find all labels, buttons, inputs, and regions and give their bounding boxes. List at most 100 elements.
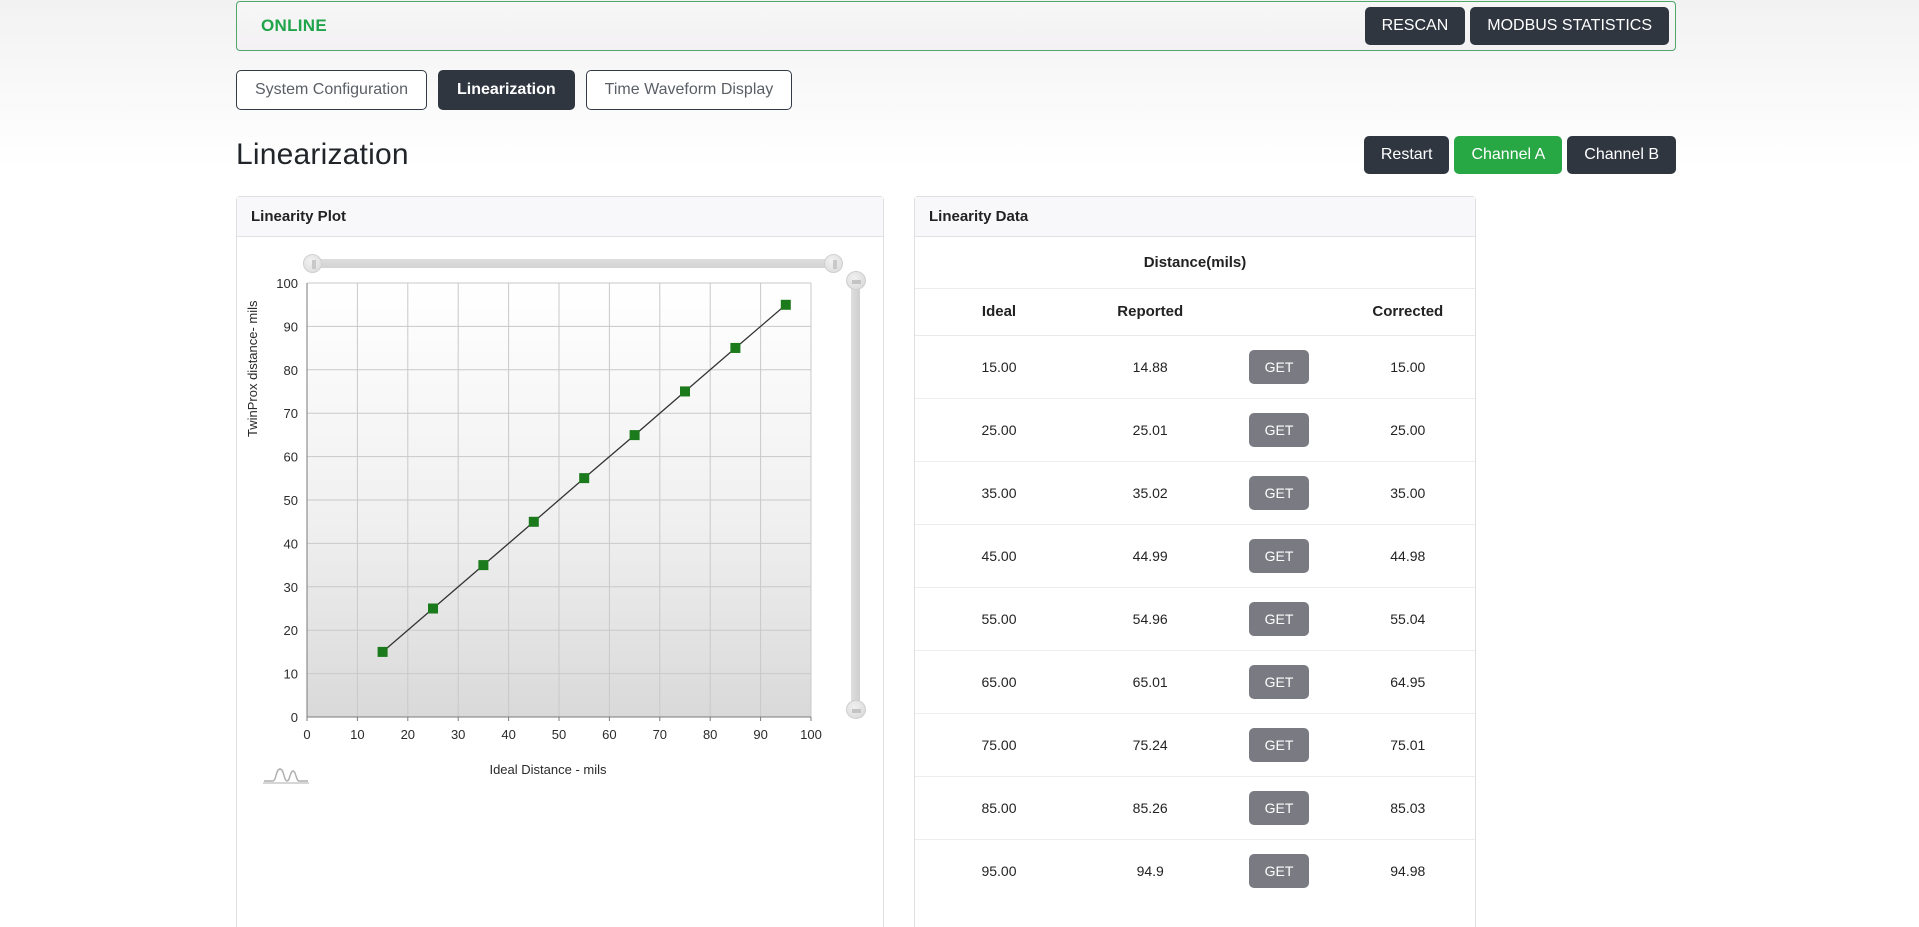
linearity-plot-body: TwinProx distance- mils 0 10 20 30 40 50 60 70 8…: [237, 237, 883, 787]
tab-time-waveform-display[interactable]: Time Waveform Display: [585, 70, 793, 110]
vslider-track[interactable]: [851, 281, 860, 709]
linearity-table: Ideal Reported Corrected 15.00 14.88 GET 15…: [915, 289, 1475, 902]
svg-text:80: 80: [284, 363, 298, 378]
svg-text:50: 50: [552, 727, 566, 742]
hslider-track[interactable]: [313, 259, 833, 268]
vslider-handle-bottom[interactable]: [846, 700, 866, 719]
svg-text:30: 30: [451, 727, 465, 742]
svg-text:100: 100: [800, 727, 822, 742]
cell-corrected: 25.00: [1340, 398, 1475, 462]
linearity-data-panel: Linearity Data Distance(mils) Ideal Repo…: [914, 196, 1476, 927]
cell-get: GET: [1217, 587, 1341, 651]
cell-get: GET: [1217, 840, 1340, 903]
cell-reported: 75.24: [1083, 713, 1218, 777]
svg-text:40: 40: [284, 536, 298, 551]
table-bottom-spacer: [915, 902, 1475, 927]
vertical-range-slider[interactable]: [846, 271, 866, 719]
status-bar: ONLINE RESCAN MODBUS STATISTICS: [236, 1, 1676, 51]
get-button[interactable]: GET: [1248, 665, 1310, 699]
cell-corrected: 64.95: [1340, 650, 1475, 714]
get-button[interactable]: GET: [1248, 854, 1310, 888]
chart-x-axis-label: Ideal Distance - mils: [489, 762, 607, 777]
app-page: ONLINE RESCAN MODBUS STATISTICS System C…: [0, 0, 1919, 927]
svg-text:40: 40: [501, 727, 515, 742]
linearity-data-title: Linearity Data: [915, 197, 1475, 237]
column-header-get: [1217, 289, 1341, 336]
linearity-plot-panel: Linearity Plot TwinProx distance- mils 0…: [236, 196, 884, 927]
cell-get: GET: [1217, 335, 1341, 399]
waveform-icon[interactable]: [263, 765, 309, 785]
get-button[interactable]: GET: [1248, 539, 1310, 573]
svg-text:20: 20: [284, 623, 298, 638]
cell-corrected: 35.00: [1340, 461, 1475, 525]
table-row: 35.00 35.02 GET 35.00: [915, 461, 1475, 525]
linearity-table-body: 15.00 14.88 GET 15.00 25.00 25.01 GET 25.00 35.0…: [915, 335, 1475, 903]
table-row: 85.00 85.26 GET 85.03: [915, 776, 1475, 840]
svg-text:20: 20: [401, 727, 415, 742]
svg-text:10: 10: [284, 667, 298, 682]
cell-reported: 85.26: [1083, 776, 1218, 840]
tab-system-configuration[interactable]: System Configuration: [236, 70, 427, 110]
get-button[interactable]: GET: [1248, 413, 1310, 447]
status-actions: RESCAN MODBUS STATISTICS: [1364, 7, 1669, 45]
status-badge: ONLINE: [261, 16, 328, 35]
cell-reported: 54.96: [1083, 587, 1218, 651]
cell-ideal: 35.00: [915, 461, 1083, 525]
restart-button[interactable]: Restart: [1363, 136, 1450, 174]
vslider-handle-top[interactable]: [846, 271, 866, 290]
cell-reported: 14.88: [1083, 335, 1218, 399]
cell-get: GET: [1217, 650, 1341, 714]
cell-reported: 35.02: [1083, 461, 1218, 525]
get-button[interactable]: GET: [1248, 476, 1310, 510]
cell-corrected: 85.03: [1340, 776, 1475, 840]
get-button[interactable]: GET: [1248, 791, 1310, 825]
page-title: Linearization: [236, 138, 409, 171]
get-button[interactable]: GET: [1248, 728, 1310, 762]
svg-text:30: 30: [284, 580, 298, 595]
table-row: 45.00 44.99 GET 44.98: [915, 524, 1475, 588]
linearity-chart: TwinProx distance- mils 0 10 20 30 40 50 60 70 8…: [245, 277, 841, 784]
cell-get: GET: [1217, 776, 1341, 840]
column-header-reported: Reported: [1083, 289, 1218, 336]
hslider-handle-left[interactable]: [303, 254, 322, 273]
cell-ideal: 75.00: [915, 713, 1083, 777]
cell-ideal: 65.00: [915, 650, 1083, 714]
table-row: 15.00 14.88 GET 15.00: [915, 335, 1475, 399]
table-row: 25.00 25.01 GET 25.00: [915, 398, 1475, 462]
svg-text:0: 0: [303, 727, 310, 742]
cell-reported: 25.01: [1083, 398, 1218, 462]
channel-a-button[interactable]: Channel A: [1454, 136, 1563, 174]
cell-ideal: 45.00: [915, 524, 1083, 588]
cell-get: GET: [1217, 713, 1341, 777]
svg-text:90: 90: [753, 727, 767, 742]
cell-ideal: 15.00: [915, 335, 1083, 399]
page-container: ONLINE RESCAN MODBUS STATISTICS System C…: [236, 0, 1676, 927]
cell-get: GET: [1217, 461, 1341, 525]
cell-corrected: 75.01: [1340, 713, 1475, 777]
svg-text:100: 100: [276, 277, 298, 291]
channel-b-button[interactable]: Channel B: [1567, 136, 1676, 174]
cell-get: GET: [1217, 524, 1341, 588]
modbus-statistics-button[interactable]: MODBUS STATISTICS: [1470, 7, 1669, 45]
horizontal-range-slider[interactable]: [303, 254, 843, 273]
panels: Linearity Plot TwinProx distance- mils 0…: [236, 196, 1676, 927]
get-button[interactable]: GET: [1248, 350, 1310, 384]
svg-text:0: 0: [291, 710, 298, 725]
cell-reported: 44.99: [1083, 524, 1218, 588]
chart-svg: 0 10 20 30 40 50 60 70 80 90 100 0 10 20 30 40 50 60 70 80 9…: [276, 277, 822, 742]
get-button[interactable]: GET: [1248, 602, 1310, 636]
column-header-corrected: Corrected: [1340, 289, 1475, 336]
rescan-button[interactable]: RESCAN: [1364, 7, 1466, 45]
tab-bar: System Configuration Linearization Time …: [236, 70, 1676, 110]
hslider-handle-right[interactable]: [824, 254, 843, 273]
linearity-table-head: Ideal Reported Corrected: [915, 289, 1475, 336]
svg-text:10: 10: [350, 727, 364, 742]
cell-corrected: 44.98: [1340, 524, 1475, 588]
svg-text:60: 60: [284, 450, 298, 465]
linearity-plot-title: Linearity Plot: [237, 197, 883, 237]
tab-linearization[interactable]: Linearization: [437, 70, 575, 110]
cell-ideal: 95.00: [981, 863, 1017, 879]
cell-ideal: 85.00: [915, 776, 1083, 840]
cell-ideal: 55.00: [915, 587, 1083, 651]
cell-reported: 94.9: [1136, 863, 1164, 879]
